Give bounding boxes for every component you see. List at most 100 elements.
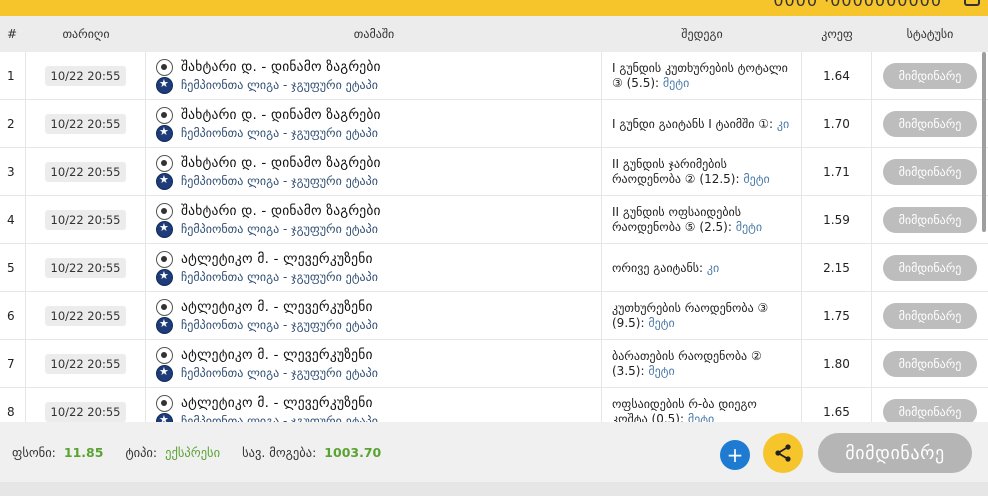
col-match: თამაში	[353, 27, 395, 41]
result-market: ორივე გაიტანს:	[612, 260, 707, 275]
match-league-line: ჩემპიონთა ლიგა - ჯგუფური ეტაპი	[156, 412, 378, 422]
champions-league-icon	[156, 172, 173, 190]
row-result: კუთხურების რაოდენობა ③ (9.5): მეტი	[602, 292, 802, 340]
table-row[interactable]: 8 10/22 20:55 ატლეტიკო მ. - ლევერკუზენი …	[0, 388, 988, 422]
result-text: II გუნდის ჯარიმების რაოდენობა ② (12.5): …	[612, 157, 791, 187]
col-odds: კოეფ	[821, 27, 853, 41]
row-number: 6	[0, 292, 26, 340]
possible-win-value: 1003.70	[324, 444, 382, 460]
bet-status-button[interactable]: მიმდინარე	[818, 433, 972, 473]
football-icon	[156, 202, 173, 220]
row-status-cell: მიმდინარე	[872, 52, 988, 100]
row-date-cell: 10/22 20:55	[26, 388, 146, 422]
match-teams: შახტარი დ. - დინამო ზაგრები	[181, 59, 381, 75]
bet-type: ტიპი: ექსპრესი	[125, 445, 220, 460]
row-status-cell: მიმდინარე	[872, 340, 988, 388]
result-text: I გუნდის კუთხურების ტოტალი ③ (5.5): მეტი	[612, 61, 791, 91]
status-badge[interactable]: მიმდინარე	[883, 63, 977, 89]
match-league: ჩემპიონთა ლიგა - ჯგუფური ეტაპი	[181, 78, 378, 92]
match-teams-line: შახტარი დ. - დინამო ზაგრები	[156, 154, 381, 172]
row-odds: 1.65	[802, 388, 872, 422]
status-badge[interactable]: მიმდინარე	[883, 255, 977, 281]
champions-league-icon	[156, 412, 173, 422]
match-teams-line: ატლეტიკო მ. - ლევერკუზენი	[156, 346, 373, 364]
table-row[interactable]: 5 10/22 20:55 ატლეტიკო მ. - ლევერკუზენი …	[0, 244, 988, 292]
row-date: 10/22 20:55	[44, 258, 127, 278]
status-badge[interactable]: მიმდინარე	[883, 399, 977, 422]
row-status-cell: მიმდინარე	[872, 388, 988, 422]
result-text: კუთხურების რაოდენობა ③ (9.5): მეტი	[612, 301, 791, 331]
table-row[interactable]: 3 10/22 20:55 შახტარი დ. - დინამო ზაგრებ…	[0, 148, 988, 196]
football-icon	[156, 298, 173, 316]
bottom-strip	[0, 482, 988, 496]
match-teams-line: ატლეტიკო მ. - ლევერკუზენი	[156, 394, 373, 412]
football-icon	[156, 106, 173, 124]
champions-league-icon	[156, 76, 173, 94]
status-badge[interactable]: მიმდინარე	[883, 303, 977, 329]
champions-league-icon	[156, 124, 173, 142]
result-text: I გუნდი გაიტანს I ტაიმში ①: კი	[612, 117, 789, 132]
match-league-line: ჩემპიონთა ლიგა - ჯგუფური ეტაპი	[156, 124, 378, 142]
match-league: ჩემპიონთა ლიგა - ჯგუფური ეტაპი	[181, 222, 378, 236]
row-number: 1	[0, 52, 26, 100]
row-odds: 1.75	[802, 292, 872, 340]
col-status: სტატუსი	[906, 27, 954, 41]
table-row[interactable]: 6 10/22 20:55 ატლეტიკო მ. - ლევერკუზენი …	[0, 292, 988, 340]
wallet-icon[interactable]	[964, 0, 980, 6]
table-row[interactable]: 4 10/22 20:55 შახტარი დ. - დინამო ზაგრებ…	[0, 196, 988, 244]
result-pick: მეტი	[735, 220, 763, 234]
football-icon	[156, 154, 173, 172]
result-market: II გუნდის ოფსაიდების რაოდენობა ⑤ (2.5):	[612, 205, 742, 234]
row-number: 2	[0, 100, 26, 148]
table-row[interactable]: 7 10/22 20:55 ატლეტიკო მ. - ლევერკუზენი …	[0, 340, 988, 388]
match-league: ჩემპიონთა ლიგა - ჯგუფური ეტაპი	[181, 126, 378, 140]
match-teams-line: ატლეტიკო მ. - ლევერკუზენი	[156, 298, 373, 316]
row-status-cell: მიმდინარე	[872, 292, 988, 340]
col-result: შედეგი	[681, 27, 723, 41]
row-date-cell: 10/22 20:55	[26, 52, 146, 100]
match-teams: შახტარი დ. - დინამო ზაგრები	[181, 155, 381, 171]
match-league: ჩემპიონთა ლიგა - ჯგუფური ეტაპი	[181, 270, 378, 284]
row-odds: 1.64	[802, 52, 872, 100]
row-date: 10/22 20:55	[44, 306, 127, 326]
row-match: შახტარი დ. - დინამო ზაგრები ჩემპიონთა ლი…	[146, 196, 602, 244]
share-button[interactable]	[763, 433, 803, 473]
possible-win: სავ. მოგება: 1003.70	[242, 445, 381, 460]
result-market: I გუნდი გაიტანს I ტაიმში ①:	[612, 116, 777, 131]
share-icon	[775, 444, 791, 462]
match-league: ჩემპიონთა ლიგა - ჯგუფური ეტაპი	[181, 318, 378, 332]
bets-table: # თარიღი თამაში შედეგი კოეფ სტატუსი 1 10…	[0, 16, 988, 422]
status-badge[interactable]: მიმდინარე	[883, 159, 977, 185]
row-status-cell: მიმდინარე	[872, 196, 988, 244]
result-pick: კი	[706, 260, 720, 275]
row-number: 7	[0, 340, 26, 388]
result-pick: მეტი	[648, 316, 675, 330]
row-date: 10/22 20:55	[44, 66, 127, 86]
match-teams: ატლეტიკო მ. - ლევერკუზენი	[181, 395, 373, 411]
row-date: 10/22 20:55	[44, 402, 127, 422]
row-odds: 1.59	[802, 196, 872, 244]
row-match: ატლეტიკო მ. - ლევერკუზენი ჩემპიონთა ლიგა…	[146, 340, 602, 388]
col-num: #	[7, 27, 18, 41]
status-badge[interactable]: მიმდინარე	[883, 111, 977, 137]
row-number: 8	[0, 388, 26, 422]
row-match: შახტარი დ. - დინამო ზაგრები ჩემპიონთა ლი…	[146, 100, 602, 148]
football-icon	[156, 394, 173, 412]
result-market: ბარათების რაოდენობა ② (3.5):	[612, 349, 762, 378]
row-match: შახტარი დ. - დინამო ზაგრები ჩემპიონთა ლი…	[146, 148, 602, 196]
top-bar-text: 0000 ·0000000000	[773, 0, 942, 10]
row-date-cell: 10/22 20:55	[26, 340, 146, 388]
row-result: I გუნდი გაიტანს I ტაიმში ①: კი	[602, 100, 802, 148]
table-row[interactable]: 2 10/22 20:55 შახტარი დ. - დინამო ზაგრებ…	[0, 100, 988, 148]
table-row[interactable]: 1 10/22 20:55 შახტარი დ. - დინამო ზაგრებ…	[0, 52, 988, 100]
result-market: კუთხურების რაოდენობა ③ (9.5):	[612, 301, 769, 330]
row-date: 10/22 20:55	[44, 162, 127, 182]
add-button[interactable]: +	[720, 440, 750, 470]
status-badge[interactable]: მიმდინარე	[883, 207, 977, 233]
row-result: ბარათების რაოდენობა ② (3.5): მეტი	[602, 340, 802, 388]
status-badge[interactable]: მიმდინარე	[883, 351, 977, 377]
row-match: ატლეტიკო მ. - ლევერკუზენი ჩემპიონთა ლიგა…	[146, 244, 602, 292]
result-market: I გუნდის კუთხურების ტოტალი ③ (5.5):	[612, 61, 788, 90]
scrollbar[interactable]	[982, 52, 986, 232]
result-pick: კი	[776, 116, 790, 131]
